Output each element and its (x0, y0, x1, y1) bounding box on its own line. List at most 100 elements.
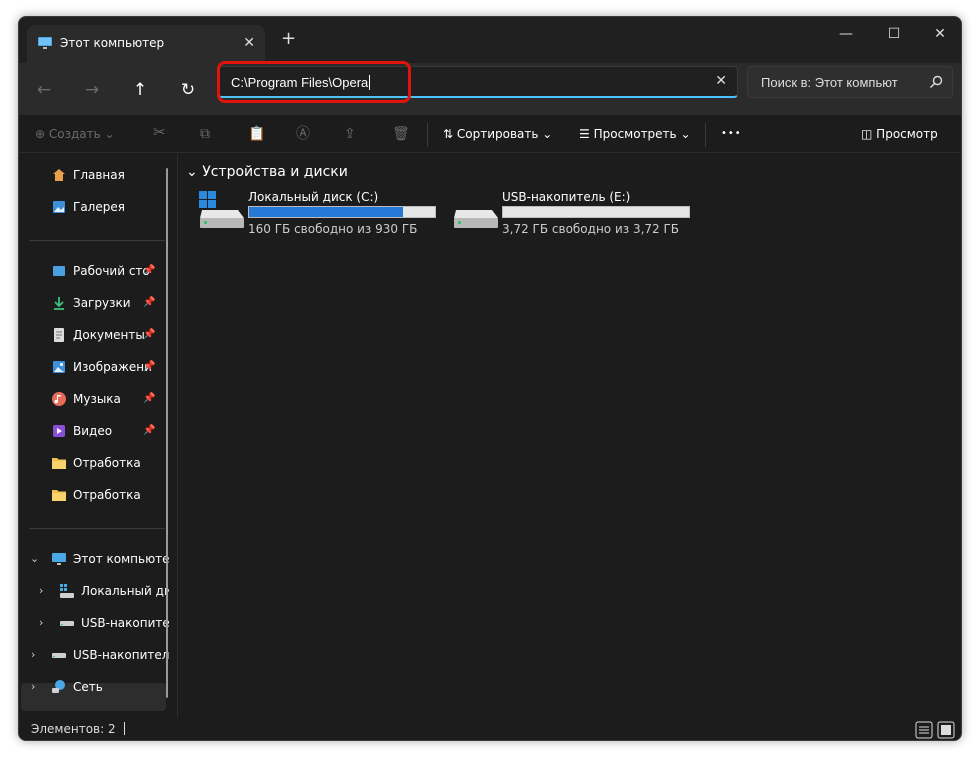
rename-icon[interactable]: Ⓐ (296, 125, 310, 143)
sidebar-item-label: Локальный ди (81, 584, 169, 598)
address-value: C:\Program Files\Opera (231, 75, 371, 90)
navigation-pane: Главная Галерея Рабочий сто 📌 Загрузки 📌… (19, 154, 169, 718)
sidebar-item-label: Сеть (73, 680, 103, 694)
refresh-button[interactable]: ↻ (177, 79, 199, 101)
sidebar-item-label: Этот компьюте (73, 552, 169, 566)
preview-pane-button[interactable]: ◫ Просмотр (861, 125, 938, 143)
sidebar-item-folder[interactable]: Отработка (19, 451, 169, 475)
address-input[interactable]: C:\Program Files\Opera ✕ (218, 66, 738, 98)
chevron-right-icon[interactable]: › (39, 611, 43, 635)
drive-free-space: 160 ГБ свободно из 930 ГБ (248, 222, 418, 236)
sidebar-item-usb-drive[interactable]: › USB-накопите (19, 611, 169, 635)
details-view-icon[interactable] (915, 721, 933, 739)
search-input[interactable]: Поиск в: Этот компьют (747, 66, 953, 98)
preview-pane-icon: ◫ (861, 127, 873, 141)
tiles-view-icon[interactable] (937, 721, 955, 739)
this-pc-icon (52, 553, 66, 565)
sidebar-divider (29, 240, 165, 241)
pin-icon: 📌 (143, 425, 156, 436)
sidebar-item-pictures[interactable]: Изображени 📌 (19, 355, 169, 379)
sidebar-item-usb-drive[interactable]: › USB-накопител (19, 643, 169, 667)
view-button[interactable]: ☰ Просмотреть ⌄ (579, 125, 691, 143)
sidebar-item-video[interactable]: Видео 📌 (19, 419, 169, 443)
network-icon (52, 680, 65, 693)
command-bar: ⊕ Создать ⌄ ✂ ⧉ 📋 Ⓐ ⇪ 🗑 ⇅ Сортировать ⌄ … (19, 115, 961, 153)
windows-drive-icon (199, 191, 244, 228)
local-disk-icon (60, 584, 74, 598)
forward-button[interactable]: → (81, 79, 103, 101)
paste-icon[interactable]: 📋 (248, 125, 265, 143)
up-button[interactable]: ↑ (129, 79, 151, 101)
chevron-right-icon[interactable]: › (31, 643, 35, 667)
chevron-right-icon[interactable]: › (31, 675, 35, 699)
toolbar-divider (427, 123, 428, 147)
search-icon (930, 75, 943, 88)
delete-icon[interactable]: 🗑 (392, 125, 410, 143)
chevron-down-icon[interactable]: ⌄ (30, 547, 39, 571)
this-pc-icon (38, 37, 52, 49)
more-options-button[interactable]: ••• (721, 125, 742, 143)
minimize-button[interactable]: — (831, 23, 861, 45)
title-bar: Этот компьютер ✕ + — ☐ ✕ (19, 17, 961, 63)
sidebar-item-home[interactable]: Главная (19, 163, 169, 187)
content-area: ⌄ Устройства и диски Локальный диск (C:)… (177, 154, 961, 718)
sidebar-item-gallery[interactable]: Галерея (19, 195, 169, 219)
usb-drive-icon (454, 210, 498, 228)
usb-drive-icon (52, 653, 66, 658)
sidebar-item-label: Отработка (73, 456, 141, 470)
chevron-right-icon[interactable]: › (39, 579, 43, 603)
sidebar-item-label: Галерея (73, 200, 125, 214)
sidebar-item-network[interactable]: › Сеть (19, 675, 169, 699)
desktop-icon (53, 266, 65, 276)
sidebar-item-downloads[interactable]: Загрузки 📌 (19, 291, 169, 315)
drive-e[interactable]: USB-накопитель (E:) 3,72 ГБ свободно из … (452, 190, 702, 240)
sidebar-item-label: Музыка (73, 392, 121, 406)
downloads-icon (54, 297, 64, 310)
drive-free-space: 3,72 ГБ свободно из 3,72 ГБ (502, 222, 680, 236)
drive-c[interactable]: Локальный диск (C:) 160 ГБ свободно из 9… (198, 190, 448, 240)
cut-icon[interactable]: ✂ (153, 123, 166, 141)
copy-icon[interactable]: ⧉ (200, 125, 210, 143)
sidebar-item-label: Изображени (73, 360, 152, 374)
sidebar-item-music[interactable]: Музыка 📌 (19, 387, 169, 411)
clear-address-button[interactable]: ✕ (715, 73, 727, 89)
sidebar-item-this-pc[interactable]: ⌄ Этот компьюте (19, 547, 169, 571)
sidebar-item-desktop[interactable]: Рабочий сто 📌 (19, 259, 169, 283)
status-bar: Элементов: 2 (19, 718, 961, 740)
close-window-button[interactable]: ✕ (925, 23, 955, 45)
sidebar-item-label: USB-накопите (81, 616, 169, 630)
sidebar-scrollbar[interactable] (166, 168, 168, 698)
pictures-icon (53, 361, 65, 373)
items-count: Элементов: 2 (31, 722, 125, 736)
status-separator (123, 722, 125, 735)
maximize-button[interactable]: ☐ (879, 23, 909, 45)
home-icon (53, 169, 65, 181)
text-cursor (369, 75, 371, 90)
plus-circle-icon: ⊕ (35, 127, 46, 141)
toolbar-divider (705, 123, 706, 147)
music-icon (52, 392, 66, 406)
sidebar-item-label: Рабочий сто (73, 264, 150, 278)
drive-name: USB-накопитель (E:) (502, 190, 631, 204)
file-explorer-window: Этот компьютер ✕ + — ☐ ✕ ← → ↑ ↻ C:\Prog… (18, 16, 962, 741)
search-placeholder: Поиск в: Этот компьют (761, 75, 898, 90)
group-header-devices[interactable]: ⌄ Устройства и диски (186, 164, 348, 180)
back-button[interactable]: ← (33, 79, 55, 101)
tab-close-button[interactable]: ✕ (243, 34, 255, 52)
pin-icon: 📌 (143, 297, 156, 308)
sort-button[interactable]: ⇅ Сортировать ⌄ (443, 125, 552, 143)
create-button[interactable]: ⊕ Создать ⌄ (35, 125, 115, 143)
documents-icon (54, 328, 64, 342)
gallery-icon (53, 201, 65, 213)
sidebar-item-folder[interactable]: Отработка (19, 483, 169, 507)
drive-usage-bar (502, 206, 690, 218)
drive-usage-fill (249, 207, 404, 217)
sidebar-item-local-disk[interactable]: › Локальный ди (19, 579, 169, 603)
tab-this-pc[interactable]: Этот компьютер ✕ (27, 25, 265, 63)
folder-icon (52, 458, 66, 469)
sidebar-item-label: Отработка (73, 488, 141, 502)
sidebar-item-documents[interactable]: Документы 📌 (19, 323, 169, 347)
share-icon[interactable]: ⇪ (344, 125, 356, 143)
new-tab-button[interactable]: + (281, 29, 296, 49)
sidebar-item-label: Видео (73, 424, 113, 438)
